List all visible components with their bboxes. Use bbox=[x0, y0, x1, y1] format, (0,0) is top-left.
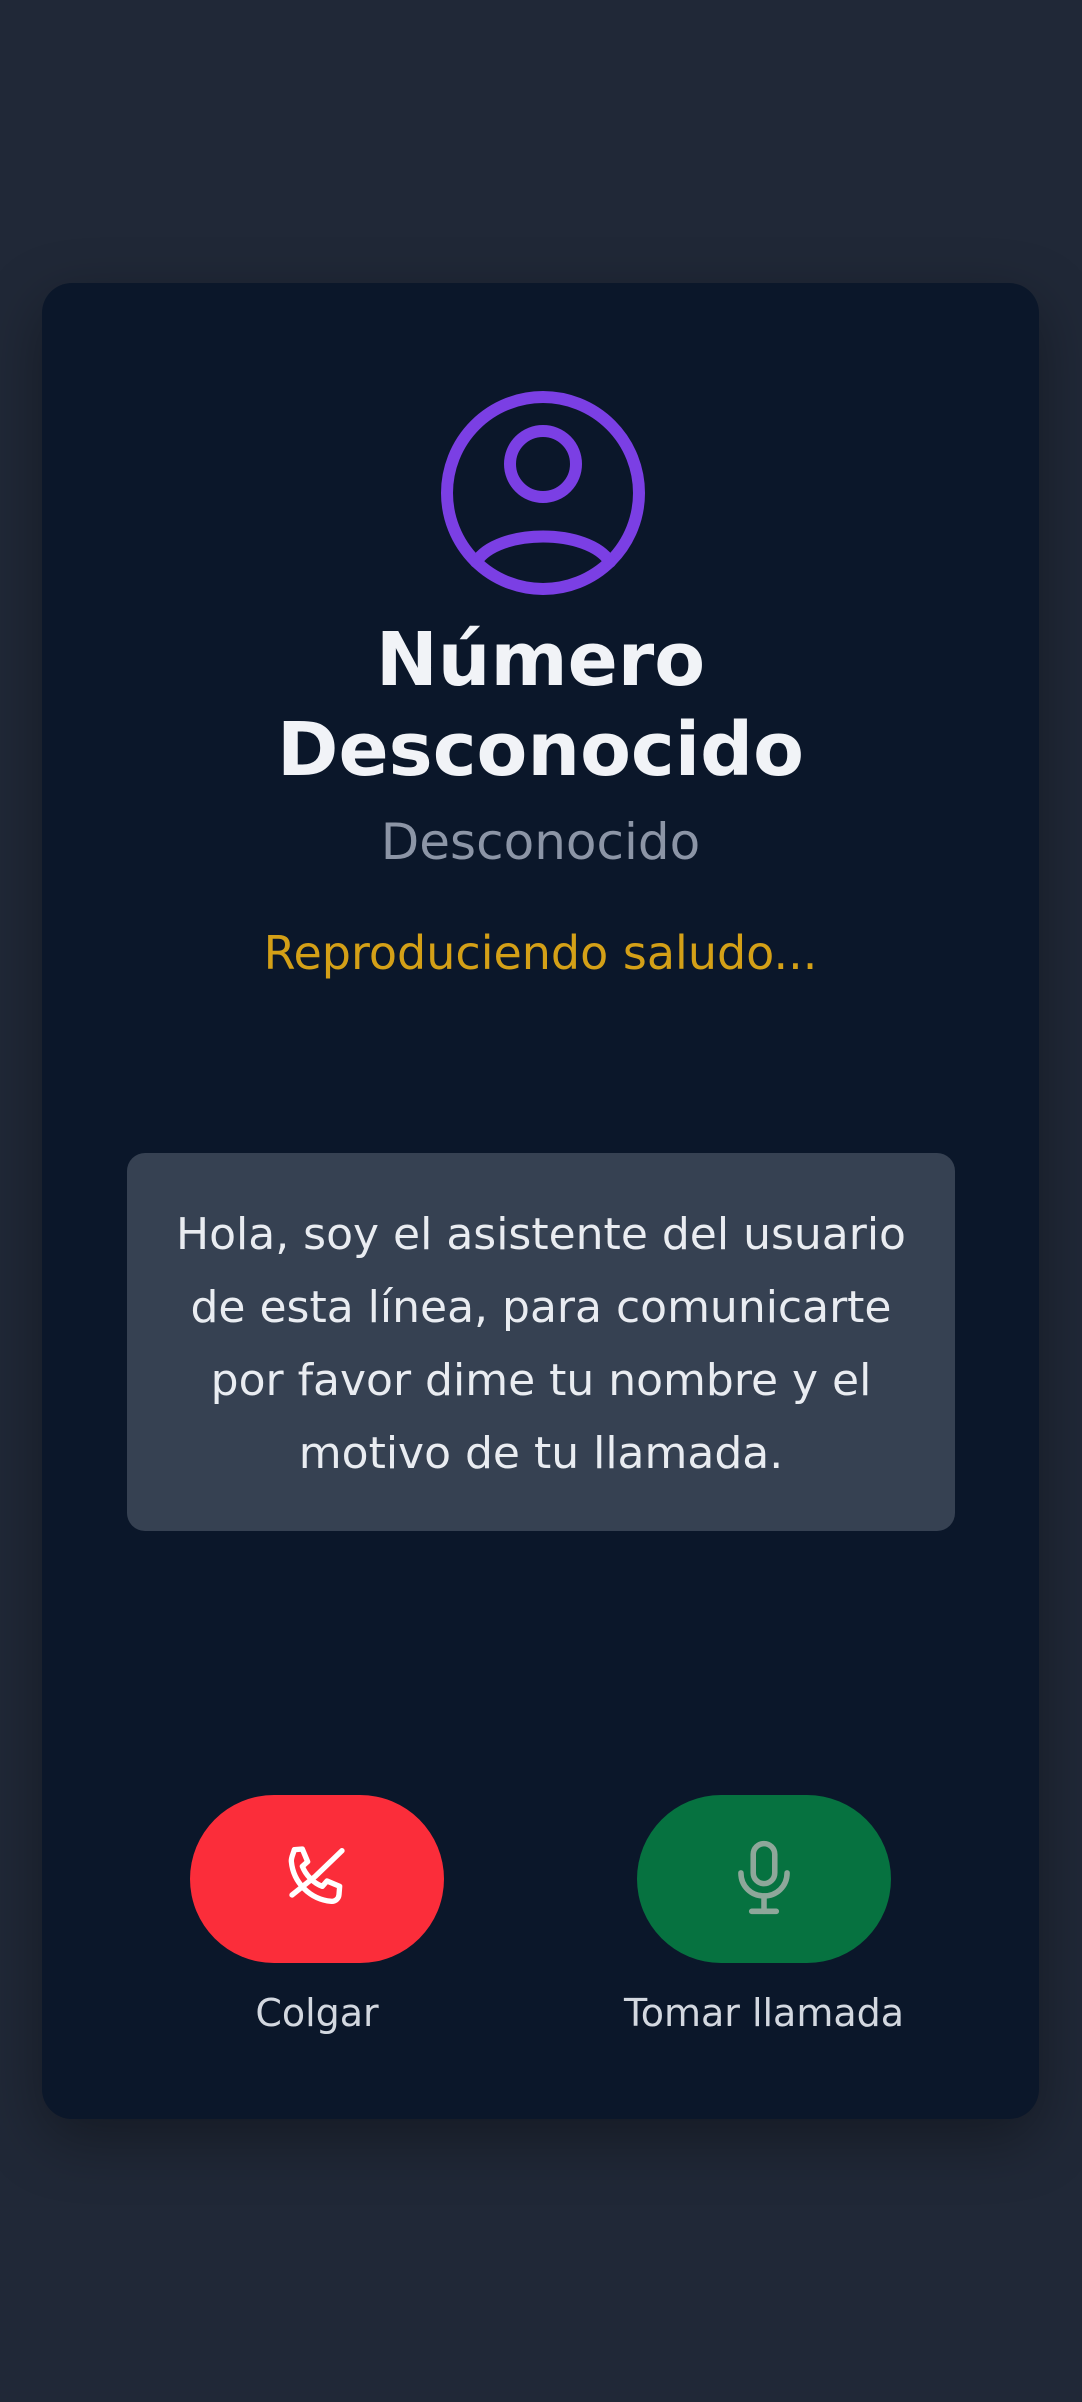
incoming-call-card: Número Desconocido Desconocido Reproduci… bbox=[42, 283, 1039, 2119]
phone-hangup-icon bbox=[288, 1846, 345, 1905]
caller-name: Número Desconocido bbox=[277, 617, 804, 793]
take-call-button[interactable] bbox=[637, 1795, 891, 1963]
call-status: Reproduciendo saludo... bbox=[263, 926, 818, 980]
hangup-label: Colgar bbox=[255, 1991, 379, 2035]
hangup-button[interactable] bbox=[190, 1795, 444, 1963]
user-avatar-icon bbox=[438, 388, 648, 598]
accept-action: Tomar llamada bbox=[614, 1795, 914, 2037]
caller-subtitle: Desconocido bbox=[380, 813, 701, 871]
microphone-icon bbox=[738, 1840, 790, 1915]
hangup-action: Colgar bbox=[167, 1795, 467, 2037]
take-call-label: Tomar llamada bbox=[623, 1991, 905, 2035]
greeting-message: Hola, soy el asistente del usuario de es… bbox=[127, 1153, 955, 1531]
